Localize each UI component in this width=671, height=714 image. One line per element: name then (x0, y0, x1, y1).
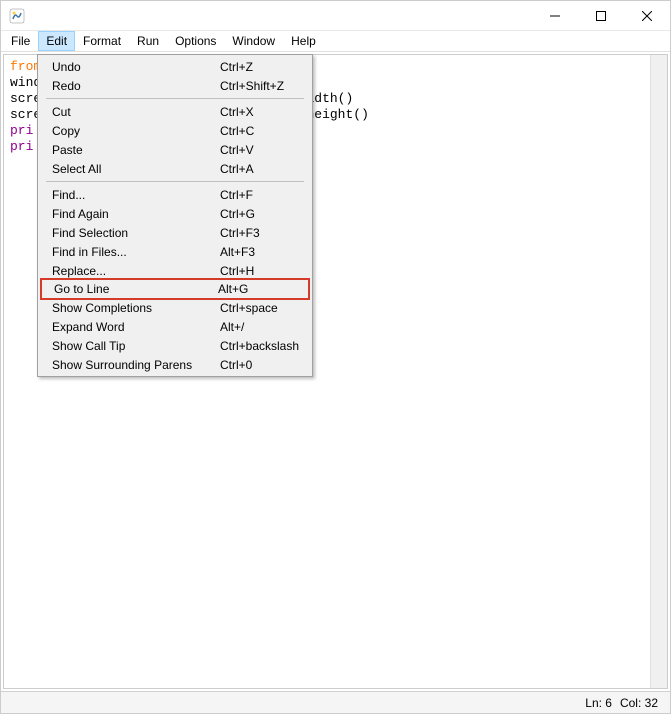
menu-item-label: Redo (52, 79, 220, 93)
status-line: Ln: 6 (585, 696, 612, 710)
close-button[interactable] (624, 1, 670, 31)
menu-run[interactable]: Run (129, 31, 167, 51)
status-col: Col: 32 (620, 696, 658, 710)
menu-item-replace[interactable]: Replace...Ctrl+H (40, 261, 310, 280)
menu-item-copy[interactable]: CopyCtrl+C (40, 121, 310, 140)
menu-item-label: Go to Line (54, 282, 218, 296)
menu-item-shortcut: Ctrl+G (220, 207, 310, 221)
menu-item-label: Copy (52, 124, 220, 138)
menu-item-shortcut: Alt+/ (220, 320, 310, 334)
menu-item-label: Select All (52, 162, 220, 176)
menu-item-undo[interactable]: UndoCtrl+Z (40, 57, 310, 76)
menu-options[interactable]: Options (167, 31, 224, 51)
menu-item-expand-word[interactable]: Expand WordAlt+/ (40, 317, 310, 336)
menu-item-shortcut: Ctrl+F3 (220, 226, 310, 240)
menu-item-label: Paste (52, 143, 220, 157)
vertical-scrollbar[interactable] (650, 55, 667, 688)
menu-separator (46, 181, 304, 182)
menu-item-shortcut: Ctrl+C (220, 124, 310, 138)
menu-item-find-in-files[interactable]: Find in Files...Alt+F3 (40, 242, 310, 261)
maximize-button[interactable] (578, 1, 624, 31)
menu-item-go-to-line[interactable]: Go to LineAlt+G (40, 278, 310, 300)
menu-item-shortcut: Alt+F3 (220, 245, 310, 259)
menu-item-label: Find... (52, 188, 220, 202)
menu-item-label: Replace... (52, 264, 220, 278)
menu-item-label: Cut (52, 105, 220, 119)
menu-help[interactable]: Help (283, 31, 324, 51)
statusbar: Ln: 6 Col: 32 (1, 691, 670, 713)
menu-item-find-again[interactable]: Find AgainCtrl+G (40, 204, 310, 223)
menu-item-find[interactable]: Find...Ctrl+F (40, 185, 310, 204)
menu-item-show-surrounding-parens[interactable]: Show Surrounding ParensCtrl+0 (40, 355, 310, 374)
menu-item-cut[interactable]: CutCtrl+X (40, 102, 310, 121)
menu-item-label: Show Surrounding Parens (52, 358, 220, 372)
menu-item-label: Find Selection (52, 226, 220, 240)
menu-item-shortcut: Ctrl+H (220, 264, 310, 278)
menu-item-label: Show Completions (52, 301, 220, 315)
minimize-button[interactable] (532, 1, 578, 31)
menubar: FileEditFormatRunOptionsWindowHelp (1, 31, 670, 52)
edit-menu-dropdown: UndoCtrl+ZRedoCtrl+Shift+ZCutCtrl+XCopyC… (37, 54, 313, 377)
menu-item-shortcut: Ctrl+F (220, 188, 310, 202)
menu-item-shortcut: Ctrl+X (220, 105, 310, 119)
menu-format[interactable]: Format (75, 31, 129, 51)
menu-item-label: Find Again (52, 207, 220, 221)
menu-item-shortcut: Ctrl+Shift+Z (220, 79, 310, 93)
menu-edit[interactable]: Edit (38, 31, 75, 51)
menu-file[interactable]: File (3, 31, 38, 51)
menu-item-shortcut: Ctrl+space (220, 301, 310, 315)
app-icon (9, 8, 25, 24)
menu-item-show-completions[interactable]: Show CompletionsCtrl+space (40, 298, 310, 317)
menu-item-label: Find in Files... (52, 245, 220, 259)
menu-item-shortcut: Alt+G (218, 282, 308, 296)
editor-area[interactable]: from wind scre nwidth() scre enheight() … (3, 54, 668, 689)
menu-item-label: Show Call Tip (52, 339, 220, 353)
menu-item-shortcut: Ctrl+0 (220, 358, 310, 372)
menu-item-redo[interactable]: RedoCtrl+Shift+Z (40, 76, 310, 95)
menu-item-shortcut: Ctrl+Z (220, 60, 310, 74)
menu-item-label: Expand Word (52, 320, 220, 334)
menu-item-paste[interactable]: PasteCtrl+V (40, 140, 310, 159)
menu-separator (46, 98, 304, 99)
menu-item-shortcut: Ctrl+V (220, 143, 310, 157)
menu-item-shortcut: Ctrl+backslash (220, 339, 310, 353)
menu-item-label: Undo (52, 60, 220, 74)
menu-item-shortcut: Ctrl+A (220, 162, 310, 176)
menu-item-find-selection[interactable]: Find SelectionCtrl+F3 (40, 223, 310, 242)
titlebar (1, 1, 670, 31)
menu-item-show-call-tip[interactable]: Show Call TipCtrl+backslash (40, 336, 310, 355)
menu-item-select-all[interactable]: Select AllCtrl+A (40, 159, 310, 178)
menu-window[interactable]: Window (224, 31, 283, 51)
